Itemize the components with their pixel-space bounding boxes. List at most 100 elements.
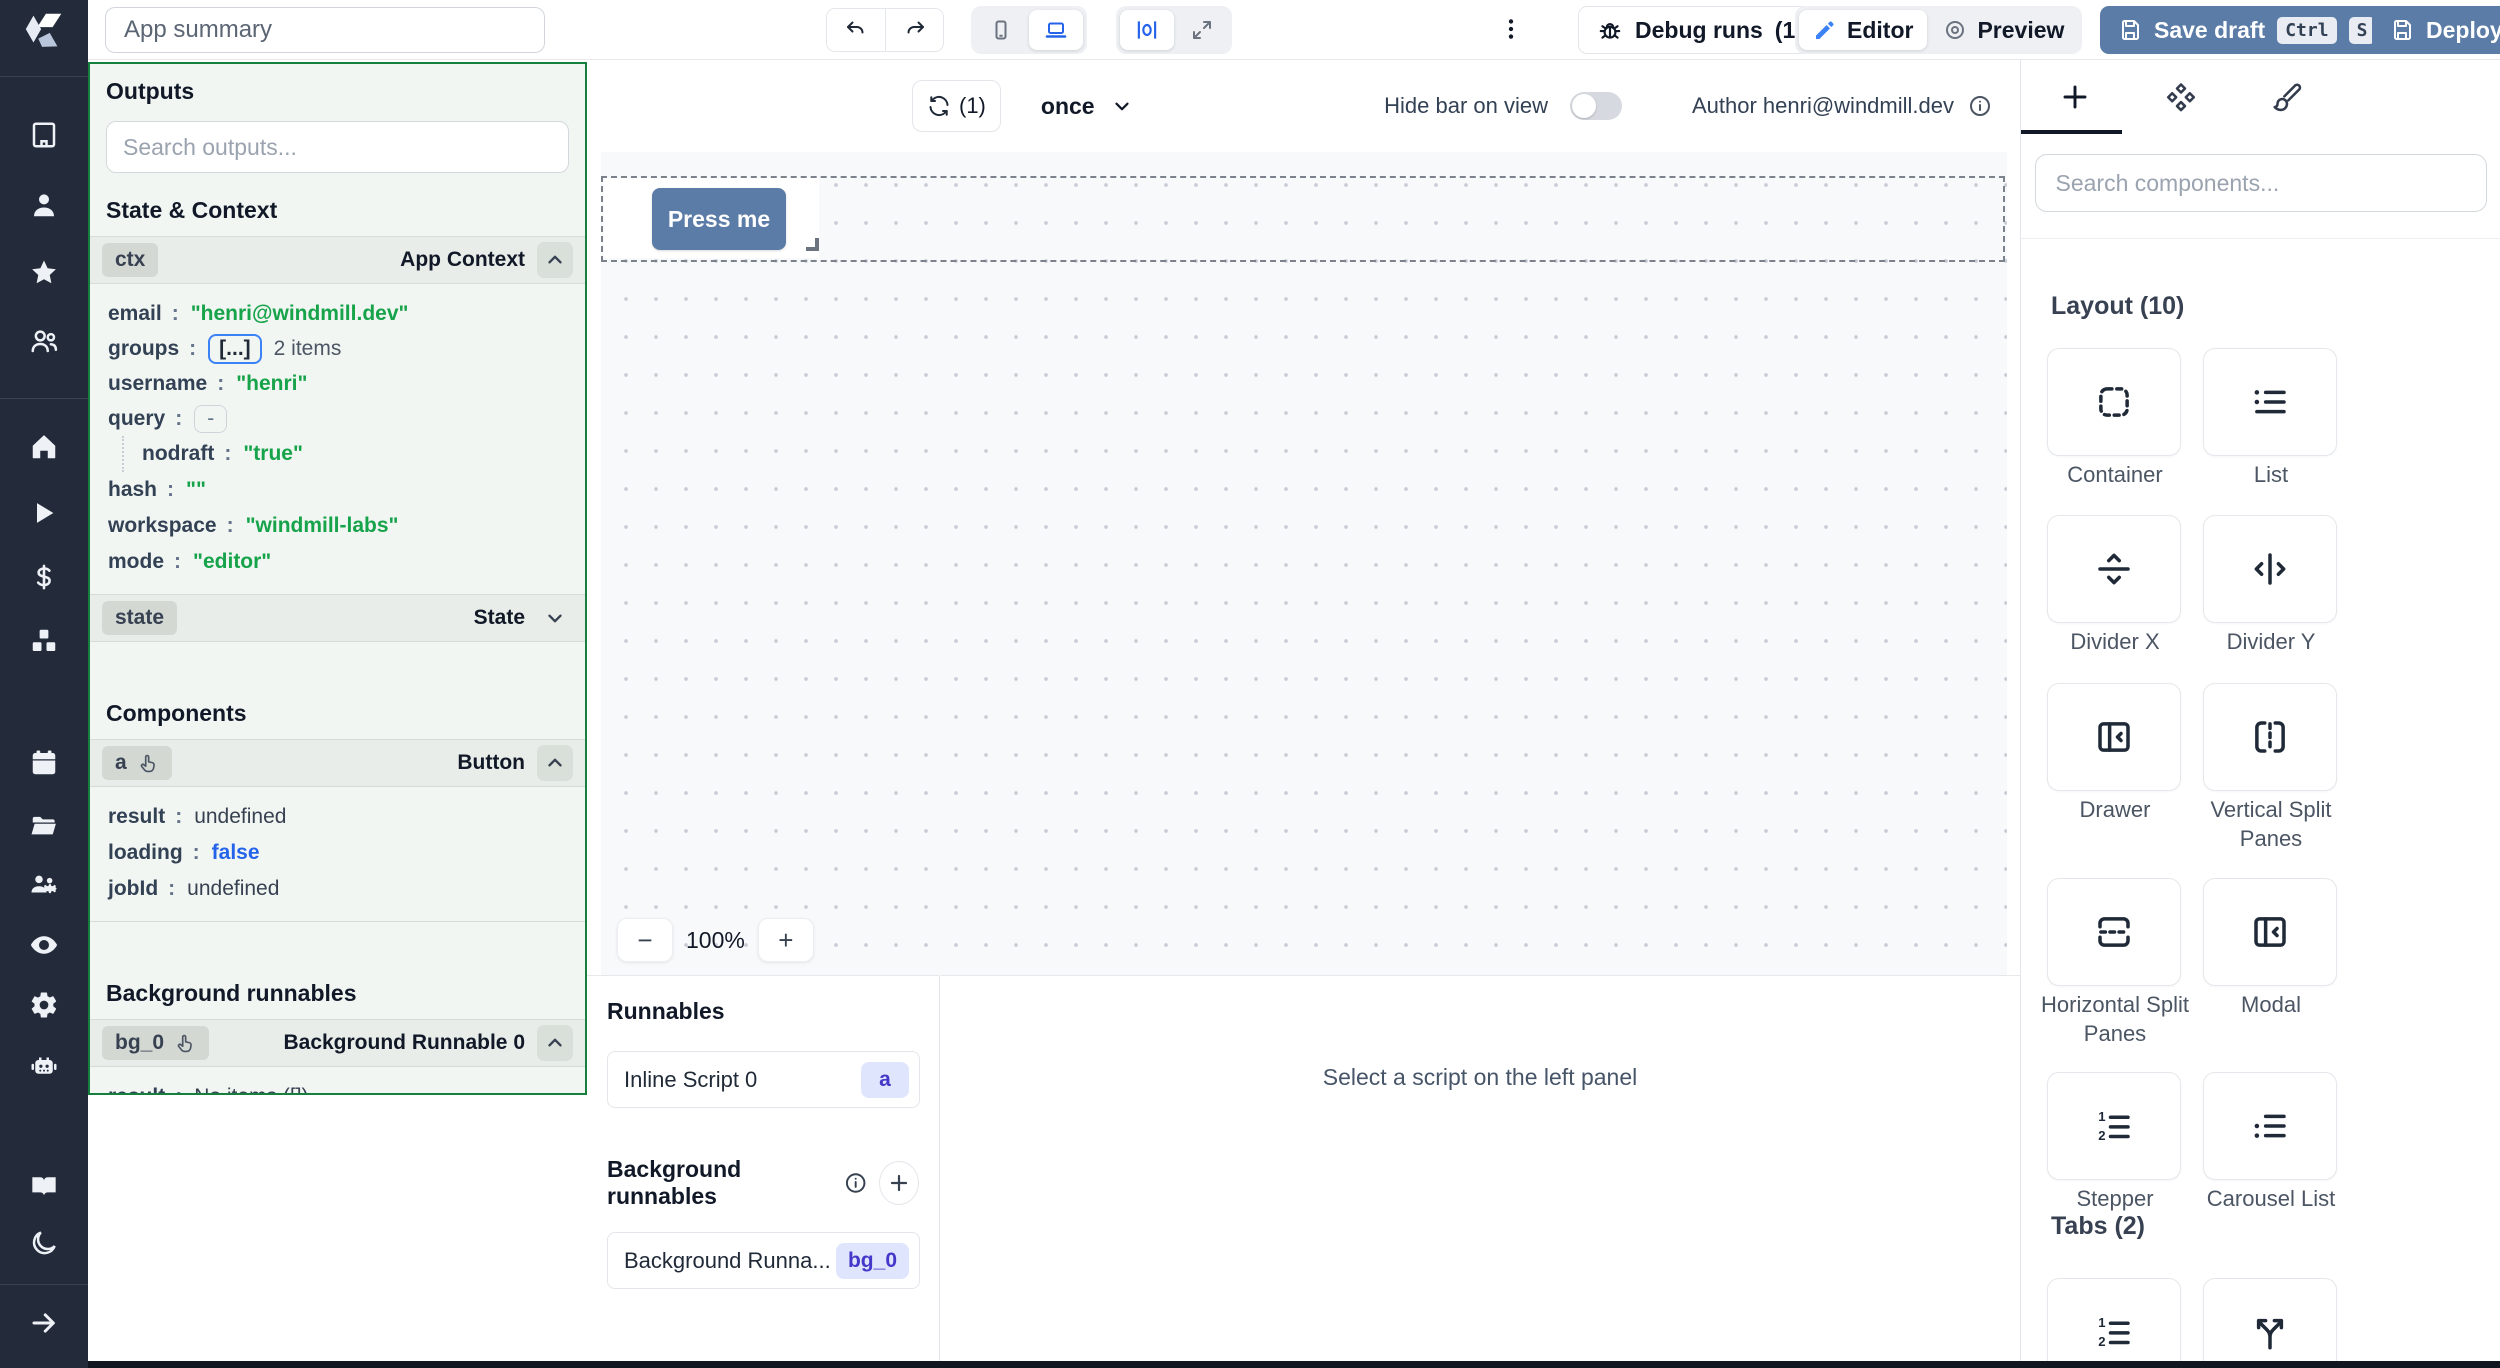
component-card-carousel-list[interactable] bbox=[2203, 1072, 2337, 1180]
canvas-grid[interactable]: Press me − 100% + bbox=[601, 152, 2007, 975]
refresh-mode-dropdown[interactable]: once bbox=[1041, 93, 1133, 120]
info-icon[interactable] bbox=[844, 1170, 867, 1196]
component-card-tabs[interactable]: 12 bbox=[2047, 1278, 2181, 1362]
desktop-view-button[interactable] bbox=[1029, 10, 1083, 50]
list-icon bbox=[2249, 381, 2291, 423]
component-card-conditional-tabs[interactable] bbox=[2203, 1278, 2337, 1362]
carousel-list-icon bbox=[2249, 1105, 2291, 1147]
expand-object-badge[interactable]: - bbox=[194, 405, 227, 433]
press-me-button[interactable]: Press me bbox=[652, 188, 786, 250]
tab-insert-component[interactable] bbox=[2059, 81, 2091, 113]
refresh-components-button[interactable]: (1) bbox=[912, 80, 1001, 132]
ctx-id-badge[interactable]: ctx bbox=[102, 243, 158, 277]
component-diamonds-icon bbox=[2165, 81, 2197, 113]
layout-section-title: Layout (10) bbox=[2051, 292, 2184, 321]
collapse-bg-runnable[interactable] bbox=[537, 1025, 573, 1061]
component-card-horizontal-split[interactable] bbox=[2047, 878, 2181, 986]
component-card-modal[interactable] bbox=[2203, 878, 2337, 986]
expand-state-button[interactable] bbox=[537, 600, 573, 636]
tabs-section-title: Tabs (2) bbox=[2051, 1212, 2145, 1241]
plus-icon bbox=[2059, 81, 2091, 113]
hide-bar-label: Hide bar on view bbox=[1384, 93, 1548, 119]
search-components-input[interactable] bbox=[2035, 154, 2487, 212]
button-component-header[interactable]: a Button bbox=[90, 739, 585, 787]
zoom-out-button[interactable]: − bbox=[617, 918, 673, 962]
json-row-nested: nodraft"true" bbox=[122, 436, 585, 472]
workspace-building-icon[interactable] bbox=[29, 120, 59, 150]
component-card-stepper[interactable]: 12 bbox=[2047, 1072, 2181, 1180]
device-toggle-group bbox=[971, 6, 1087, 54]
dark-mode-moon-icon[interactable] bbox=[29, 1228, 59, 1258]
tab-theme-styling[interactable] bbox=[2271, 81, 2303, 113]
runs-play-icon[interactable] bbox=[30, 498, 58, 528]
paintbrush-icon bbox=[2271, 81, 2303, 113]
settings-gear-icon[interactable] bbox=[29, 990, 59, 1020]
app-summary-input[interactable] bbox=[105, 7, 545, 53]
background-runnable-item[interactable]: Background Runna... bg_0 bbox=[607, 1232, 920, 1289]
component-card-container[interactable] bbox=[2047, 348, 2181, 456]
user-icon[interactable] bbox=[29, 190, 59, 220]
ctx-section-header[interactable]: ctx App Context bbox=[90, 236, 585, 284]
search-outputs-input[interactable] bbox=[106, 121, 569, 173]
window-bottom-edge bbox=[88, 1361, 2500, 1368]
component-card-vertical-split[interactable] bbox=[2203, 683, 2337, 791]
pencil-icon bbox=[1813, 18, 1837, 42]
editor-preview-toggle: Editor Preview bbox=[1795, 6, 2082, 54]
bg-json-viewer: resultNo items ([]) loadingfalse bbox=[90, 1067, 585, 1095]
state-id-badge[interactable]: state bbox=[102, 601, 177, 635]
preview-icon bbox=[1943, 18, 1967, 42]
deploy-button[interactable]: Deploy bbox=[2372, 6, 2500, 54]
runnables-panel: Runnables Inline Script 0 a Background r… bbox=[587, 975, 940, 1362]
collapse-ctx-button[interactable] bbox=[537, 242, 573, 278]
tabs-list-icon: 12 bbox=[2093, 1311, 2135, 1353]
canvas-align-group bbox=[1116, 6, 1232, 54]
groups-settings-icon[interactable] bbox=[27, 870, 61, 900]
schedules-calendar-icon[interactable] bbox=[29, 748, 59, 778]
redo-button[interactable] bbox=[885, 9, 943, 51]
windmill-logo-icon[interactable] bbox=[21, 8, 67, 54]
component-card-list[interactable] bbox=[2203, 348, 2337, 456]
tab-editor[interactable]: Editor bbox=[1799, 10, 1927, 50]
center-align-button[interactable] bbox=[1120, 10, 1174, 50]
stepper-numbered-list-icon: 12 bbox=[2093, 1105, 2135, 1147]
info-icon[interactable] bbox=[1968, 94, 1992, 118]
debug-runs-button[interactable]: Debug runs (1) bbox=[1578, 6, 1822, 54]
home-icon[interactable] bbox=[29, 432, 59, 462]
component-card-drawer[interactable] bbox=[2047, 683, 2181, 791]
add-background-runnable-button[interactable] bbox=[879, 1161, 919, 1205]
component-card-divider-y[interactable] bbox=[2203, 515, 2337, 623]
mobile-view-button[interactable] bbox=[975, 10, 1027, 50]
users-group-icon[interactable] bbox=[28, 326, 60, 356]
tab-preview[interactable]: Preview bbox=[1929, 10, 2078, 50]
horizontal-split-icon bbox=[2093, 911, 2135, 953]
audit-eye-icon[interactable] bbox=[28, 930, 60, 960]
button-json-viewer: resultundefined loadingfalse jobIdundefi… bbox=[90, 787, 585, 922]
inline-script-item[interactable]: Inline Script 0 a bbox=[607, 1051, 920, 1108]
folders-icon[interactable] bbox=[28, 810, 60, 840]
save-draft-button[interactable]: Save draft CtrlS bbox=[2100, 6, 2393, 54]
docs-book-icon[interactable] bbox=[28, 1172, 60, 1200]
collapse-button-component[interactable] bbox=[537, 745, 573, 781]
bg-runnable-id-badge[interactable]: bg_0 bbox=[102, 1026, 209, 1060]
tab-component-settings[interactable] bbox=[2165, 81, 2197, 113]
state-section-header[interactable]: state State bbox=[90, 594, 585, 642]
zoom-in-button[interactable]: + bbox=[758, 918, 814, 962]
hide-bar-toggle[interactable] bbox=[1570, 92, 1622, 120]
fullscreen-button[interactable] bbox=[1176, 10, 1228, 50]
ai-robot-icon[interactable] bbox=[28, 1050, 60, 1080]
bg-runnable-header[interactable]: bg_0 Background Runnable 0 bbox=[90, 1019, 585, 1067]
favorites-star-icon[interactable] bbox=[29, 258, 59, 288]
runnables-title: Runnables bbox=[607, 998, 919, 1025]
components-heading: Components bbox=[106, 700, 569, 727]
component-card-divider-x[interactable] bbox=[2047, 515, 2181, 623]
expand-array-badge[interactable]: [...] bbox=[208, 334, 262, 364]
resize-handle[interactable] bbox=[806, 238, 819, 251]
resources-boxes-icon[interactable] bbox=[29, 626, 59, 656]
undo-button[interactable] bbox=[827, 9, 885, 51]
expand-sidebar-arrow-icon[interactable] bbox=[29, 1308, 59, 1338]
variables-dollar-icon[interactable] bbox=[30, 562, 58, 592]
more-options-kebab-icon[interactable] bbox=[1498, 12, 1524, 46]
vertical-split-icon bbox=[2249, 716, 2291, 758]
divider-x-icon bbox=[2093, 548, 2135, 590]
component-id-badge[interactable]: a bbox=[102, 746, 172, 780]
